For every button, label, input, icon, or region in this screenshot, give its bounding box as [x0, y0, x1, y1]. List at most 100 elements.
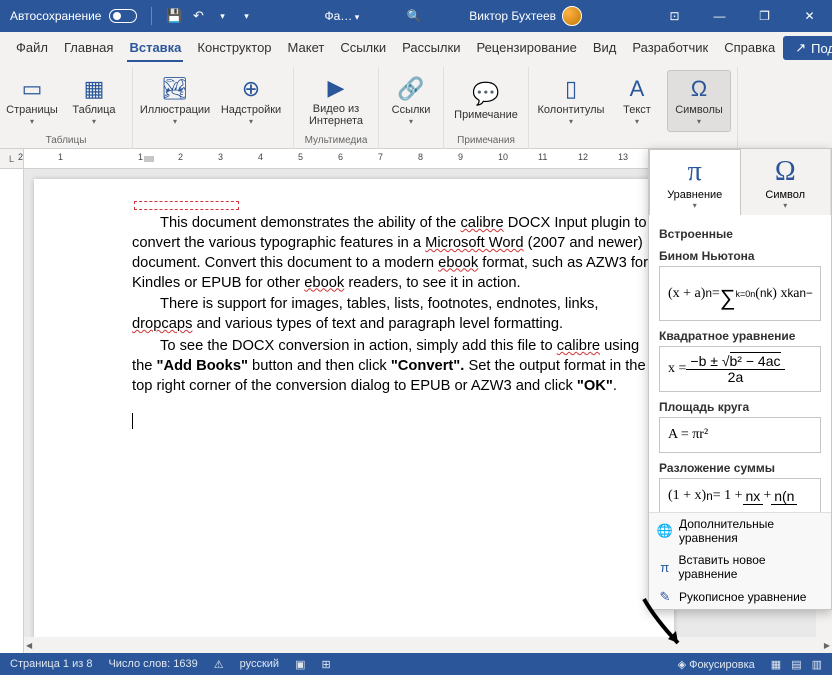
indent-marker[interactable]	[144, 156, 154, 162]
equation-circle[interactable]: A = πr²	[659, 417, 821, 453]
table-button[interactable]: ▦Таблица▾	[62, 70, 126, 132]
table-label: Таблица	[72, 104, 115, 116]
qat-customize-icon[interactable]: ▾	[214, 8, 230, 24]
ruler-tick: 3	[218, 152, 223, 162]
pi-icon: π	[657, 560, 672, 575]
text-run: readers, to see it in action.	[344, 275, 520, 291]
text-icon: A	[630, 76, 645, 102]
chevron-down-icon: ▾	[249, 117, 253, 126]
ribbon-display-button[interactable]: ⊡	[652, 0, 697, 32]
tab-главная[interactable]: Главная	[56, 32, 121, 64]
text-label: Текст	[623, 104, 651, 116]
tab-рассылки[interactable]: Рассылки	[394, 32, 468, 64]
status-language[interactable]: русский	[240, 658, 279, 670]
minimize-button[interactable]: —	[697, 0, 742, 32]
autosave-toggle[interactable]	[109, 9, 137, 23]
tab-рецензирование[interactable]: Рецензирование	[468, 32, 584, 64]
equation-binomial[interactable]: (x + a)n = ∑k=0n (nk) xkan−	[659, 266, 821, 321]
eq-footer-label: Рукописное уравнение	[679, 590, 806, 604]
text-run: "Add Books"	[157, 358, 248, 374]
tab-ссылки[interactable]: Ссылки	[332, 32, 394, 64]
status-bar: Страница 1 из 8 Число слов: 1639 ⚠ русск…	[0, 653, 832, 675]
restore-button[interactable]: ❐	[742, 0, 787, 32]
equation-label: Уравнение	[667, 189, 722, 201]
ruler-tick: 5	[298, 152, 303, 162]
ribbon-group-label: Таблицы	[46, 135, 87, 149]
accessibility-icon[interactable]: ⚠	[214, 658, 224, 671]
tab-конструктор[interactable]: Конструктор	[189, 32, 279, 64]
sym-label: Символы	[675, 104, 723, 116]
eq-footer-pi[interactable]: π Вставить новое уравнение	[649, 549, 831, 585]
text-run: "OK"	[577, 378, 613, 394]
tab-вид[interactable]: Вид	[585, 32, 625, 64]
share-icon: ↗	[795, 40, 806, 56]
pages-button[interactable]: ▭Страницы▾	[6, 70, 58, 132]
tab-вставка[interactable]: Вставка	[121, 32, 189, 64]
comm-button[interactable]: 💬Примечание	[450, 70, 522, 132]
horizontal-scrollbar[interactable]: ◀▶	[24, 637, 832, 653]
tab-разработчик[interactable]: Разработчик	[624, 32, 716, 64]
comm-label: Примечание	[454, 109, 518, 121]
equation-gallery-button[interactable]: π Уравнение ▾	[649, 149, 741, 215]
pi-icon: π	[688, 155, 702, 189]
links-button[interactable]: 🔗Ссылки▾	[385, 70, 437, 132]
hf-button[interactable]: ▯Колонтитулы▾	[535, 70, 607, 132]
text-run: calibre	[460, 215, 503, 231]
document-title[interactable]: Фа…	[324, 9, 359, 23]
ribbon-group-label: Мультимедиа	[305, 135, 368, 149]
ruler-tick: 4	[258, 152, 263, 162]
ruler-tick: 2	[18, 152, 23, 162]
vid-button[interactable]: ▶Видео изИнтернета	[300, 70, 372, 132]
tab-справка[interactable]: Справка	[716, 32, 783, 64]
eq-footer-globe[interactable]: 🌐Дополнительные уравнения	[649, 513, 831, 549]
ruler-tick: 10	[498, 152, 508, 162]
search-icon[interactable]: 🔍	[399, 9, 429, 23]
macro-icon[interactable]: ▣	[295, 658, 305, 671]
ribbon-group-label: Примечания	[457, 135, 515, 149]
addins-button[interactable]: ⊕Надстройки▾	[215, 70, 287, 132]
ruler-tick: 1	[58, 152, 63, 162]
save-icon[interactable]: 💾	[166, 8, 182, 24]
equation-name: Площадь круга	[659, 400, 821, 414]
vertical-ruler[interactable]	[0, 169, 24, 653]
close-button[interactable]: ✕	[787, 0, 832, 32]
sym-button[interactable]: ΩСимволы▾	[667, 70, 731, 132]
focus-mode-button[interactable]: ◈ Фокусировка	[678, 658, 755, 671]
paragraph[interactable]: To see the DOCX conversion in action, si…	[132, 337, 657, 397]
illus-button[interactable]: 🏞Иллюстрации▾	[139, 70, 211, 132]
text-run: There is support for images, tables, lis…	[160, 296, 598, 312]
text-run: This document demonstrates the ability o…	[160, 215, 460, 231]
tab-макет[interactable]: Макет	[280, 32, 333, 64]
read-view-icon[interactable]: ▦	[771, 658, 781, 671]
document-body[interactable]: This document demonstrates the ability o…	[132, 214, 657, 429]
equation-footer: 🌐Дополнительные уравнения π Вставить новое…	[649, 512, 831, 609]
paragraph[interactable]: This document demonstrates the ability o…	[132, 214, 657, 293]
eq-footer-label: Вставить новое уравнение	[678, 553, 823, 581]
eq-footer-label: Дополнительные уравнения	[679, 517, 823, 545]
tab-файл[interactable]: Файл	[8, 32, 56, 64]
equation-expansion[interactable]: (1 + x)n = 1 + nx + n(n	[659, 478, 821, 514]
web-view-icon[interactable]: ▥	[812, 658, 822, 671]
undo-icon[interactable]: ↶	[190, 8, 206, 24]
chevron-down-icon: ▾	[569, 117, 573, 126]
display-settings-icon[interactable]: ⊞	[322, 658, 331, 671]
document-page[interactable]: This document demonstrates the ability o…	[34, 179, 674, 653]
links-label: Ссылки	[392, 104, 431, 116]
status-word-count[interactable]: Число слов: 1639	[108, 658, 197, 670]
illus-label: Иллюстрации	[140, 104, 210, 116]
text-run: ebook	[438, 255, 478, 271]
qat-more-icon[interactable]: ▾	[238, 8, 254, 24]
eq-footer-ink[interactable]: ✎Рукописное уравнение	[649, 585, 831, 609]
status-page[interactable]: Страница 1 из 8	[10, 658, 92, 670]
text-cursor	[132, 413, 657, 429]
equation-quadratic[interactable]: x = −b ± √b² − 4ac2a	[659, 346, 821, 392]
paragraph[interactable]: There is support for images, tables, lis…	[132, 295, 657, 335]
symbol-gallery-button[interactable]: Ω Символ ▾	[741, 149, 832, 215]
hf-label: Колонтитулы	[538, 104, 605, 116]
account-button[interactable]: Виктор Бухтеев	[469, 6, 582, 26]
share-button[interactable]: ↗Поделиться	[783, 36, 832, 60]
text-button[interactable]: AТекст▾	[611, 70, 663, 132]
equation-name: Разложение суммы	[659, 461, 821, 475]
tab-bar: ФайлГлавнаяВставкаКонструкторМакетСсылки…	[0, 32, 832, 64]
print-view-icon[interactable]: ▤	[791, 658, 801, 671]
